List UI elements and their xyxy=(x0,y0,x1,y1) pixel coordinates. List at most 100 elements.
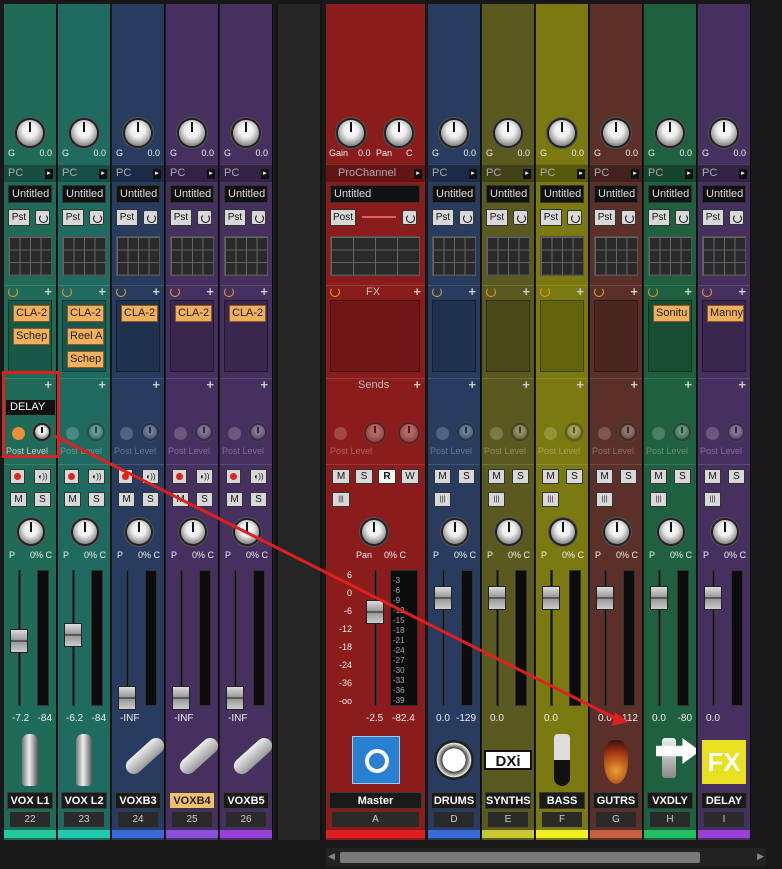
eq-graph[interactable] xyxy=(486,236,530,276)
fx-power-icon[interactable] xyxy=(702,287,712,297)
expand-arrow-icon[interactable]: ▸ xyxy=(45,169,53,179)
fader-track[interactable] xyxy=(374,570,377,706)
fx-bin[interactable]: CLA-2 xyxy=(170,300,214,372)
send-level-knob[interactable] xyxy=(87,423,105,441)
fx-bin[interactable]: Manny xyxy=(702,300,746,372)
send-level-knob[interactable] xyxy=(195,423,213,441)
prochannel-bar[interactable]: PC ▸ xyxy=(698,164,750,182)
add-fx-icon[interactable]: + xyxy=(98,284,106,299)
add-fx-icon[interactable]: + xyxy=(522,284,530,299)
volume-fader-cap[interactable] xyxy=(704,586,722,610)
preset-name[interactable]: Untitled xyxy=(8,185,52,203)
expand-arrow-icon[interactable]: ▸ xyxy=(739,169,747,179)
fx-plugin[interactable]: Schep xyxy=(13,328,50,345)
volume-value[interactable]: -2.5 xyxy=(366,713,383,724)
expand-arrow-icon[interactable]: ▸ xyxy=(414,169,422,179)
send-pan-knob[interactable] xyxy=(398,422,420,444)
expand-arrow-icon[interactable]: ▸ xyxy=(685,169,693,179)
add-send-icon[interactable]: + xyxy=(684,377,692,392)
input-echo-icon[interactable]: ◖)) xyxy=(142,469,159,484)
eq-graph[interactable] xyxy=(170,236,214,276)
track-name[interactable]: VOX L1 xyxy=(7,792,53,809)
send-level-knob[interactable] xyxy=(727,423,745,441)
fx-power-icon[interactable] xyxy=(62,287,72,297)
fx-bin[interactable] xyxy=(432,300,476,372)
master-gain-knob[interactable] xyxy=(336,118,366,148)
output-icon[interactable]: ||| xyxy=(596,492,613,507)
fx-plugin[interactable]: CLA-2 xyxy=(175,305,212,322)
pane-divider[interactable] xyxy=(276,4,322,840)
volume-value[interactable]: -6.2 xyxy=(66,713,83,724)
read-automation-button[interactable]: R xyxy=(378,469,396,484)
pst-button[interactable]: Pst xyxy=(116,209,138,226)
solo-button[interactable]: S xyxy=(355,469,373,484)
preset-name[interactable]: Untitled xyxy=(330,185,420,203)
prochannel-bar[interactable]: PC ▸ xyxy=(644,164,696,182)
fx-bin[interactable] xyxy=(486,300,530,372)
add-send-icon[interactable]: + xyxy=(260,377,268,392)
record-arm-icon[interactable] xyxy=(118,469,133,484)
record-arm-icon[interactable] xyxy=(172,469,187,484)
prochannel-power-icon[interactable] xyxy=(513,210,528,225)
volume-value[interactable]: -7.2 xyxy=(12,713,29,724)
add-send-icon[interactable]: + xyxy=(576,377,584,392)
add-fx-icon[interactable]: + xyxy=(413,284,421,299)
solo-button[interactable]: S xyxy=(34,492,51,507)
preset-name[interactable]: Untitled xyxy=(648,185,692,203)
record-arm-icon[interactable] xyxy=(10,469,25,484)
solo-button[interactable]: S xyxy=(142,492,159,507)
preset-name[interactable]: Untitled xyxy=(62,185,106,203)
eq-graph[interactable] xyxy=(224,236,268,276)
add-fx-icon[interactable]: + xyxy=(738,284,746,299)
send-enable-icon[interactable] xyxy=(598,427,611,440)
pan-knob[interactable] xyxy=(178,518,207,546)
track-name[interactable]: VXDLY xyxy=(647,792,693,809)
volume-fader-cap[interactable] xyxy=(64,623,82,648)
track-name[interactable]: SYNTHS xyxy=(485,792,531,809)
fx-bin[interactable] xyxy=(330,300,420,372)
output-icon[interactable]: ||| xyxy=(542,492,559,507)
mute-button[interactable]: M xyxy=(434,469,451,484)
send-level-knob[interactable] xyxy=(619,423,637,441)
mute-button[interactable]: M xyxy=(226,492,243,507)
volume-value[interactable]: -INF xyxy=(174,713,193,724)
input-echo-icon[interactable]: ◖)) xyxy=(196,469,213,484)
output-icon[interactable]: ||| xyxy=(488,492,505,507)
add-send-icon[interactable]: + xyxy=(152,377,160,392)
send-level-knob[interactable] xyxy=(141,423,159,441)
add-send-icon[interactable]: + xyxy=(98,377,106,392)
add-fx-icon[interactable]: + xyxy=(206,284,214,299)
gain-knob[interactable] xyxy=(654,118,685,148)
add-fx-icon[interactable]: + xyxy=(44,284,52,299)
solo-button[interactable]: S xyxy=(250,492,267,507)
send-enable-icon[interactable] xyxy=(66,427,79,440)
pst-button[interactable]: Pst xyxy=(648,209,670,226)
track-name[interactable]: Master xyxy=(329,792,422,809)
gain-knob[interactable] xyxy=(176,118,207,148)
volume-fader-cap[interactable] xyxy=(118,686,136,710)
prochannel-bar[interactable]: PC ▸ xyxy=(428,164,480,182)
gain-knob[interactable] xyxy=(230,118,261,148)
gain-knob[interactable] xyxy=(438,118,469,148)
solo-button[interactable]: S xyxy=(566,469,583,484)
preset-name[interactable]: Untitled xyxy=(594,185,638,203)
pst-button[interactable]: Pst xyxy=(170,209,192,226)
fx-bin[interactable]: CLA-2 xyxy=(224,300,268,372)
preset-name[interactable]: Untitled xyxy=(432,185,476,203)
volume-fader-cap[interactable] xyxy=(172,686,190,710)
prochannel-power-icon[interactable] xyxy=(729,210,744,225)
send-level-knob[interactable] xyxy=(364,422,386,444)
fx-power-icon[interactable] xyxy=(170,287,180,297)
mute-button[interactable]: M xyxy=(332,469,350,484)
prochannel-bar[interactable]: PC ▸ xyxy=(166,164,218,182)
pan-knob[interactable] xyxy=(16,518,45,546)
prochannel-power-icon[interactable] xyxy=(621,210,636,225)
fx-plugin[interactable]: Sonitu xyxy=(653,305,690,322)
fx-power-icon[interactable] xyxy=(486,287,496,297)
fx-plugin[interactable]: CLA-2 xyxy=(229,305,266,322)
pst-button[interactable]: Pst xyxy=(432,209,454,226)
send-enable-icon[interactable] xyxy=(652,427,665,440)
volume-value[interactable]: 0.0 xyxy=(652,713,666,724)
volume-fader-cap[interactable] xyxy=(650,586,668,610)
eq-graph[interactable] xyxy=(648,236,692,276)
